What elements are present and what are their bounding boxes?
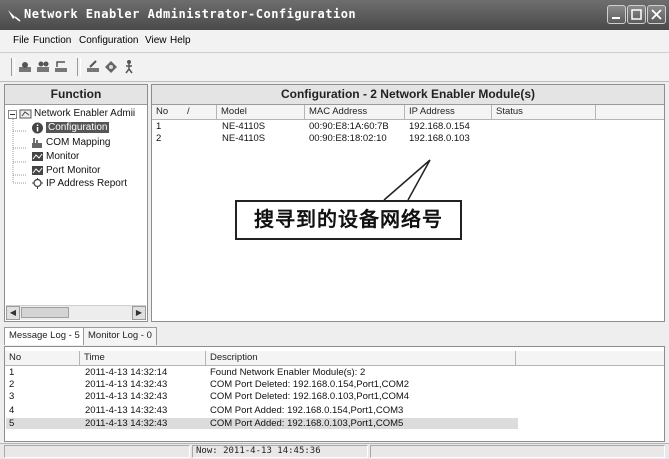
window-title: Network Enabler Administrator-Configurat…: [24, 7, 357, 21]
tree-item-root[interactable]: Network Enabler Admii: [34, 108, 135, 119]
ip-report-icon: [32, 178, 43, 189]
status-time: Now: 2011-4-13 14:45:36: [196, 446, 321, 456]
status-bar: Now: 2011-4-13 14:45:36: [0, 443, 669, 459]
annotation-callout: 搜寻到的设备网络号: [235, 200, 462, 240]
status-segment-left: [4, 445, 190, 458]
port-monitor-icon: [32, 166, 43, 175]
log-column-description[interactable]: Description: [206, 351, 516, 366]
column-header-no[interactable]: No /: [152, 105, 217, 120]
log-cell-description: COM Port Added: 192.168.0.103,Port1,COM5: [210, 418, 404, 429]
column-header-no-label: No: [156, 106, 169, 117]
menu-view[interactable]: View: [145, 35, 167, 46]
title-bar: Network Enabler Administrator-Configurat…: [0, 0, 669, 30]
network-icon[interactable]: [53, 59, 69, 75]
menu-file[interactable]: File: [13, 35, 29, 46]
tab-message-log[interactable]: Message Log - 5: [4, 327, 85, 345]
collapse-icon[interactable]: [8, 110, 17, 119]
log-cell-no: 3: [9, 391, 15, 402]
column-header-empty: [596, 105, 664, 120]
log-cell-description: COM Port Deleted: 192.168.0.154,Port1,CO…: [210, 379, 410, 390]
cell-model: NE-4110S: [222, 133, 266, 144]
column-header-model[interactable]: Model: [217, 105, 305, 120]
log-cell-no: 1: [9, 367, 15, 378]
menu-configuration[interactable]: Configuration: [79, 35, 138, 46]
search-icon[interactable]: [17, 59, 33, 75]
log-cell-no: 2: [9, 379, 15, 390]
log-column-empty: [516, 351, 664, 366]
log-cell-description: Found Network Enabler Module(s): 2: [210, 367, 366, 378]
status-segment-right: [370, 445, 665, 458]
toolbar-grip: [11, 58, 15, 76]
arrow-left-icon: ◀: [9, 308, 17, 317]
log-cell-time: 2011-4-13 14:32:43: [85, 391, 168, 402]
log-cell-no: 4: [9, 405, 15, 416]
cell-model: NE-4110S: [222, 121, 266, 132]
scroll-thumb[interactable]: [21, 307, 69, 318]
tab-monitor-log[interactable]: Monitor Log - 0: [83, 327, 157, 345]
function-pane-scrollbar[interactable]: ◀ ▶: [6, 305, 146, 320]
log-cell-time: 2011-4-13 14:32:43: [85, 418, 168, 429]
log-cell-description: COM Port Added: 192.168.0.154,Port1,COM3: [210, 405, 404, 416]
tree-item-ip-address-report[interactable]: IP Address Report: [46, 178, 127, 189]
close-icon: [651, 9, 662, 20]
log-cell-time: 2011-4-13 14:32:43: [85, 379, 168, 390]
annotation-pointer: [383, 159, 431, 201]
settings-icon[interactable]: [85, 59, 101, 75]
column-header-ip[interactable]: IP Address: [405, 105, 492, 120]
log-column-no[interactable]: No: [5, 351, 80, 366]
exit-icon[interactable]: [121, 59, 137, 75]
toolbar: [0, 52, 669, 82]
maximize-icon: [631, 9, 642, 20]
com-mapping-icon: [32, 138, 42, 148]
app-icon: [8, 10, 21, 22]
tree-item-configuration[interactable]: Configuration: [46, 122, 110, 133]
scroll-right-button[interactable]: ▶: [132, 306, 146, 320]
menu-bar: File Function Configuration View Help: [0, 30, 669, 52]
info-icon: [32, 122, 43, 134]
scroll-left-button[interactable]: ◀: [6, 306, 20, 320]
cell-no: 1: [156, 121, 162, 132]
log-cell-time: 2011-4-13 14:32:14: [85, 367, 168, 378]
minimize-button[interactable]: [607, 5, 626, 24]
minimize-icon: [612, 17, 620, 19]
toolbar-separator: [77, 58, 81, 76]
sort-indicator-icon: /: [187, 106, 190, 117]
menu-function[interactable]: Function: [33, 35, 71, 46]
log-cell-no: 5: [9, 418, 15, 429]
tree-item-com-mapping[interactable]: COM Mapping: [46, 137, 110, 148]
log-tabs: Message Log - 5 Monitor Log - 0: [0, 327, 669, 347]
column-header-mac[interactable]: MAC Address: [305, 105, 405, 120]
configuration-pane-header: Configuration - 2 Network Enabler Module…: [152, 85, 664, 105]
cell-ip: 192.168.0.154: [409, 121, 470, 132]
maximize-button[interactable]: [627, 5, 646, 24]
log-column-time[interactable]: Time: [80, 351, 206, 366]
message-log-pane: No Time Description 1 2011-4-13 14:32:14…: [4, 346, 665, 442]
tree-lines: [12, 119, 26, 184]
search-all-icon[interactable]: [35, 59, 51, 75]
tools-icon[interactable]: [103, 59, 119, 75]
cell-no: 2: [156, 133, 162, 144]
menu-help[interactable]: Help: [170, 35, 191, 46]
log-cell-description: COM Port Deleted: 192.168.0.103,Port1,CO…: [210, 391, 410, 402]
function-pane-header: Function: [5, 85, 147, 105]
arrow-right-icon: ▶: [135, 308, 143, 317]
log-cell-time: 2011-4-13 14:32:43: [85, 405, 168, 416]
tree-item-monitor[interactable]: Monitor: [46, 151, 79, 162]
monitor-icon: [32, 152, 43, 161]
function-pane: Function Network Enabler Admii Configura…: [4, 84, 148, 322]
column-header-status[interactable]: Status: [492, 105, 596, 120]
app-window: Network Enabler Administrator-Configurat…: [0, 0, 669, 459]
tree-item-port-monitor[interactable]: Port Monitor: [46, 165, 100, 176]
cell-mac: 00:90:E8:1A:60:7B: [309, 121, 389, 132]
close-button[interactable]: [647, 5, 666, 24]
